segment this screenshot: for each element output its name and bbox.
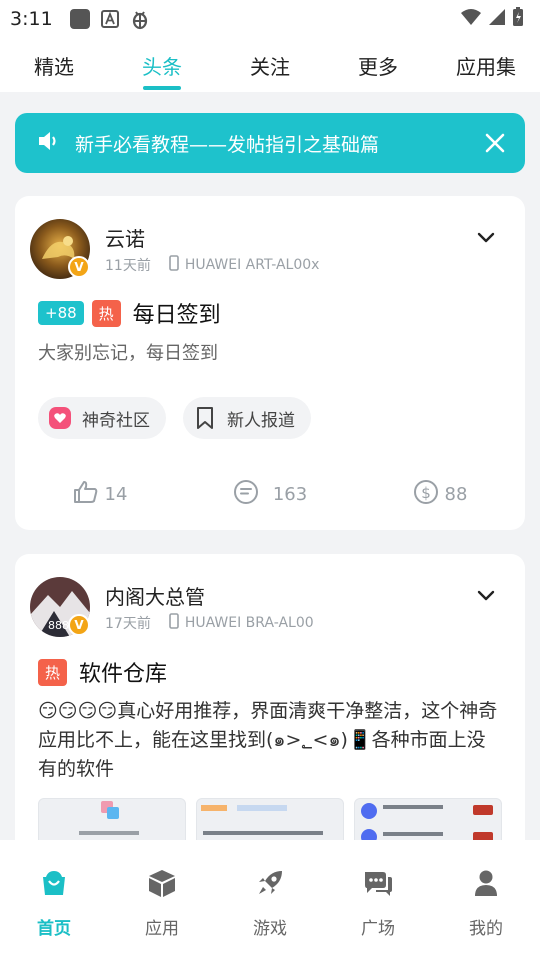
svg-text:888: 888 (48, 619, 69, 632)
coin-button[interactable]: $ 88 (355, 479, 525, 510)
device-name: HUAWEI BRA-AL00 (184, 615, 314, 631)
nav-home[interactable]: 首页 (0, 840, 108, 960)
comment-icon (233, 479, 259, 510)
nav-apps[interactable]: 应用 (108, 840, 216, 960)
author-name[interactable]: 云诺 (105, 223, 145, 252)
bookmark-icon (193, 406, 217, 430)
chat-bubbles-icon (361, 866, 395, 900)
nav-plaza[interactable]: 广场 (324, 840, 432, 960)
author-name[interactable]: 内阁大总管 (105, 581, 205, 610)
nav-games[interactable]: 游戏 (216, 840, 324, 960)
tab-featured[interactable]: 精选 (0, 38, 108, 92)
post-title[interactable]: 软件仓库 (79, 656, 167, 688)
nav-label: 应用 (145, 919, 179, 939)
shopping-bag-icon (37, 866, 71, 900)
nav-label: 首页 (37, 919, 71, 939)
top-tabs: 精选 头条 关注 更多 应用集 (0, 38, 540, 92)
chip-community[interactable]: 神奇社区 (38, 397, 166, 439)
post-time: 17天前 (105, 616, 151, 632)
post-title-row: 热 软件仓库 (38, 656, 167, 688)
signal-icon (488, 8, 506, 30)
font-notification-icon (100, 10, 119, 28)
tab-more[interactable]: 更多 (324, 38, 432, 92)
nav-label: 广场 (361, 919, 395, 939)
svg-text:$: $ (421, 484, 431, 502)
app-notification-icon (69, 8, 91, 30)
post-actions: 14 163 $ 88 (15, 479, 525, 510)
device-name: HUAWEI ART-AL00x (184, 257, 320, 273)
post-title-row: +88 热 每日签到 (38, 297, 221, 329)
post-title[interactable]: 每日签到 (133, 297, 221, 329)
nav-label: 我的 (469, 919, 503, 939)
post-body[interactable]: 大家别忘记，每日签到 (38, 339, 501, 368)
status-bar: 3:11 (0, 0, 540, 38)
chevron-down-icon[interactable] (475, 584, 497, 606)
post-meta: 11天前 HUAWEI ART-AL00x (105, 255, 319, 275)
chip-label: 新人报道 (227, 410, 295, 431)
wifi-icon (460, 8, 482, 30)
chevron-down-icon[interactable] (475, 226, 497, 248)
battery-icon (512, 7, 524, 31)
nav-me[interactable]: 我的 (432, 840, 540, 960)
tab-following[interactable]: 关注 (216, 38, 324, 92)
like-button[interactable]: 14 (15, 479, 185, 510)
notice-banner[interactable]: 新手必看教程——发帖指引之基础篇 (15, 113, 525, 173)
close-icon[interactable] (483, 131, 507, 155)
reward-tag: +88 (38, 301, 84, 325)
post-body[interactable]: 😏😏😏😏真心好用推荐，界面清爽干净整洁，这个神奇应用比不上，能在这里找到(๑>؂… (38, 697, 501, 784)
vip-badge: V (68, 614, 90, 636)
speaker-icon (37, 129, 61, 157)
nav-label: 游戏 (253, 919, 287, 939)
notice-text: 新手必看教程——发帖指引之基础篇 (75, 133, 380, 156)
hot-tag: 热 (91, 299, 121, 327)
vip-badge: V (68, 256, 90, 278)
hot-tag: 热 (38, 658, 68, 686)
rocket-icon (253, 866, 287, 900)
coin-count: 88 (444, 484, 468, 505)
chip-newbie[interactable]: 新人报道 (183, 397, 311, 439)
bug-notification-icon (129, 8, 151, 30)
post-time: 11天前 (105, 258, 151, 274)
status-time: 3:11 (10, 8, 53, 30)
phone-icon (169, 613, 179, 633)
coin-icon: $ (413, 479, 439, 510)
person-icon (469, 866, 503, 900)
like-count: 14 (104, 484, 128, 505)
post-meta: 17天前 HUAWEI BRA-AL00 (105, 613, 314, 633)
community-icon (48, 406, 72, 430)
bottom-nav: 首页 应用 游戏 广场 我的 (0, 840, 540, 960)
cube-icon (145, 866, 179, 900)
post-card[interactable]: 888 V 内阁大总管 17天前 HUAWEI BRA-AL00 热 软件仓库 … (15, 554, 525, 854)
comment-button[interactable]: 163 (185, 479, 355, 510)
tab-headlines[interactable]: 头条 (108, 38, 216, 92)
post-card[interactable]: V 云诺 11天前 HUAWEI ART-AL00x +88 热 每日签到 大家… (15, 196, 525, 530)
chip-label: 神奇社区 (82, 410, 150, 431)
comment-count: 163 (272, 484, 308, 505)
thumbs-up-icon (73, 480, 99, 509)
phone-icon (169, 255, 179, 275)
tab-app-collections[interactable]: 应用集 (432, 38, 540, 92)
